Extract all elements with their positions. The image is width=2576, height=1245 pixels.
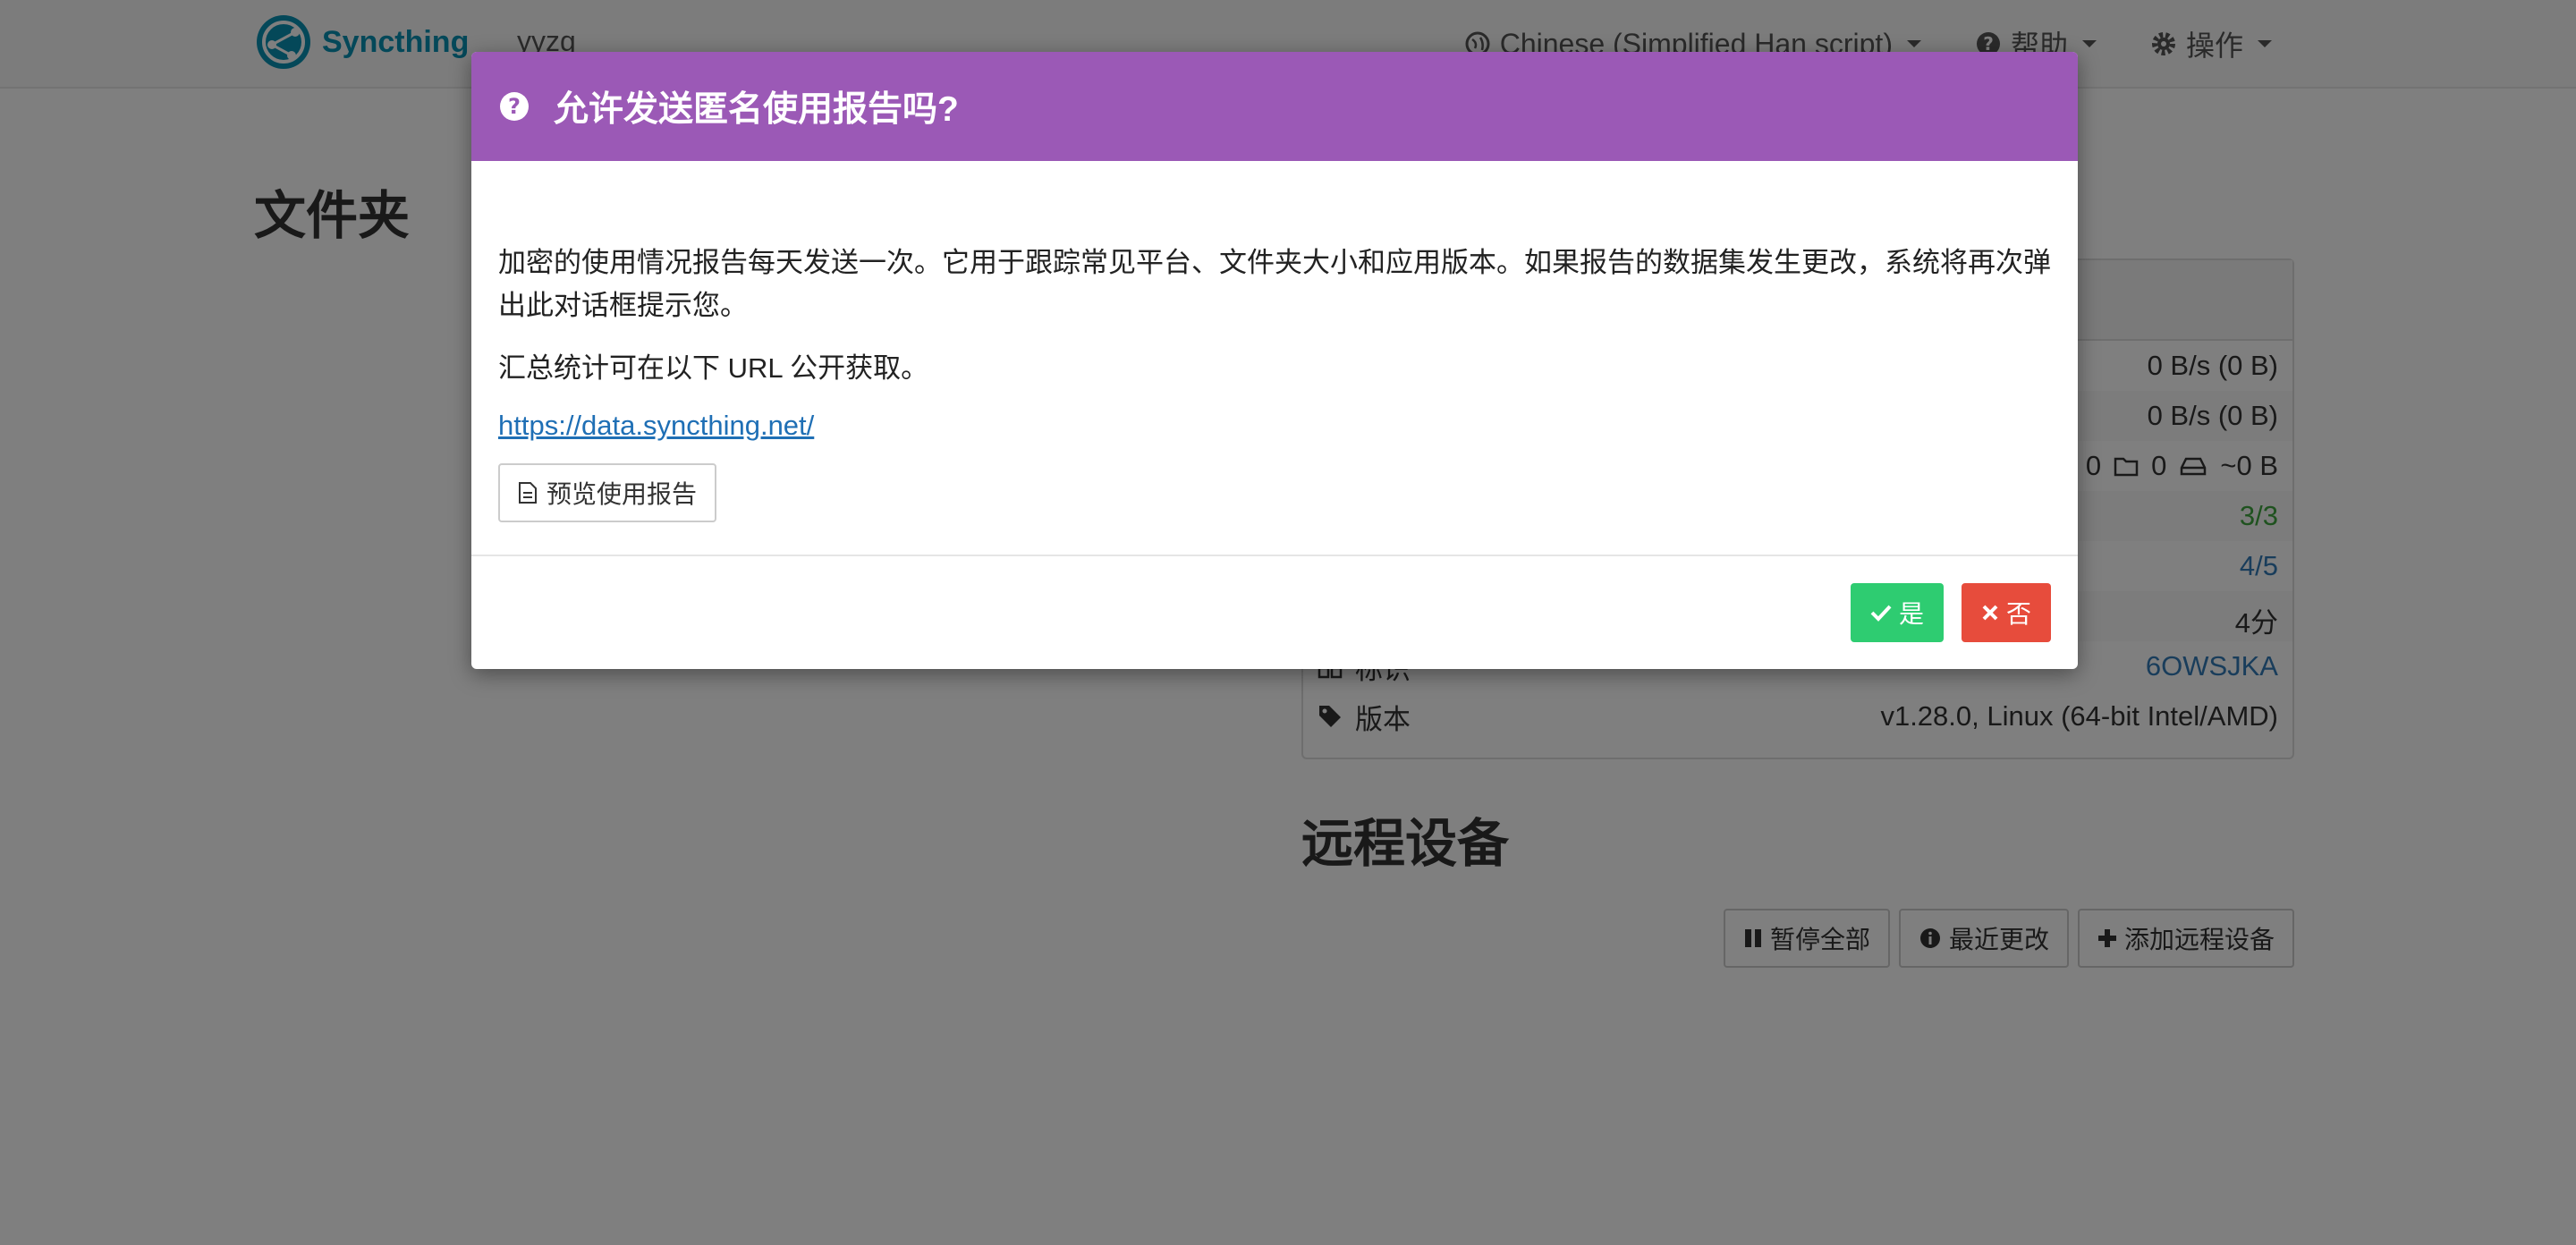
preview-report-button[interactable]: 预览使用报告 (498, 463, 717, 522)
dialog-header: ? 允许发送匿名使用报告吗? (471, 52, 2078, 161)
question-circle-icon: ? (500, 92, 529, 121)
no-button[interactable]: 否 (1961, 583, 2051, 642)
close-icon (1982, 605, 1998, 621)
usage-report-dialog: ? 允许发送匿名使用报告吗? 加密的使用情况报告每天发送一次。它用于跟踪常见平台… (471, 52, 2078, 669)
dialog-body: 加密的使用情况报告每天发送一次。它用于跟踪常见平台、文件夹大小和应用版本。如果报… (471, 161, 2078, 522)
dialog-stats-note: 汇总统计可在以下 URL 公开获取。 (498, 352, 929, 384)
dialog-title: 允许发送匿名使用报告吗? (554, 90, 959, 129)
yes-button[interactable]: 是 (1850, 583, 1944, 642)
svg-text:?: ? (508, 94, 521, 119)
no-label: 否 (2005, 600, 2031, 628)
yes-label: 是 (1898, 600, 1924, 628)
dialog-description: 加密的使用情况报告每天发送一次。它用于跟踪常见平台、文件夹大小和应用版本。如果报… (498, 247, 2051, 321)
dialog-footer: 是 否 (471, 555, 2078, 669)
file-text-icon (519, 482, 537, 504)
check-icon (1870, 605, 1892, 622)
preview-report-label: 预览使用报告 (547, 480, 698, 508)
data-syncthing-link[interactable]: https://data.syncthing.net/ (498, 410, 814, 442)
